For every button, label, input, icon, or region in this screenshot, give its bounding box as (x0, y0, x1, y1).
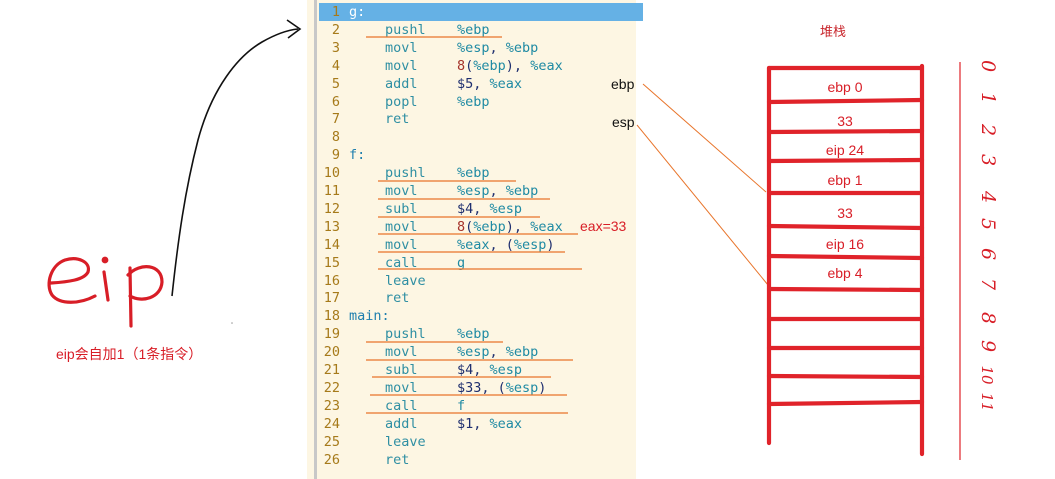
stack-index-label: 7 (977, 278, 999, 291)
stack-cell-value: eip 16 (825, 236, 865, 252)
stack-cell-value: eip 24 (825, 142, 865, 158)
eip-caption: eip会自加1（1条指令） (56, 346, 203, 362)
register-pointers (636, 83, 769, 286)
stack-index-label: 11 (978, 392, 996, 411)
stack-index-label: 8 (977, 312, 999, 324)
stack-index-label: 6 (977, 248, 999, 260)
esp-pointer-label: esp (612, 114, 635, 130)
stack-index-labels: 0 1 2 3 4 5 6 7 8 9 10 11 (977, 60, 999, 412)
stack-cell-value: ebp 0 (827, 79, 863, 95)
stack-title: 堆栈 (820, 24, 847, 39)
stack-cell-value: 33 (837, 205, 853, 221)
stack-index-label: 0 (977, 60, 999, 72)
stack-index-label: 3 (977, 154, 999, 166)
stack-cell-value: 33 (837, 113, 853, 129)
eip-handwritten-icon (47, 256, 164, 328)
ebp-pointer-label: ebp (611, 76, 635, 92)
stack-cell-value: ebp 4 (827, 265, 863, 281)
stack-index-label: 10 (978, 365, 996, 385)
code-underlines (366, 36, 582, 414)
eip-arrow (171, 28, 299, 297)
stack-index-label: 1 (977, 92, 999, 104)
stack-index-label: 5 (977, 218, 999, 230)
eax-note: eax=33 (580, 218, 627, 234)
stack-index-label: 4 (977, 190, 999, 203)
stack-index-label: 9 (977, 340, 999, 352)
stack-index-label: 2 (977, 123, 999, 136)
stack-cell-value: ebp 1 (827, 172, 863, 188)
